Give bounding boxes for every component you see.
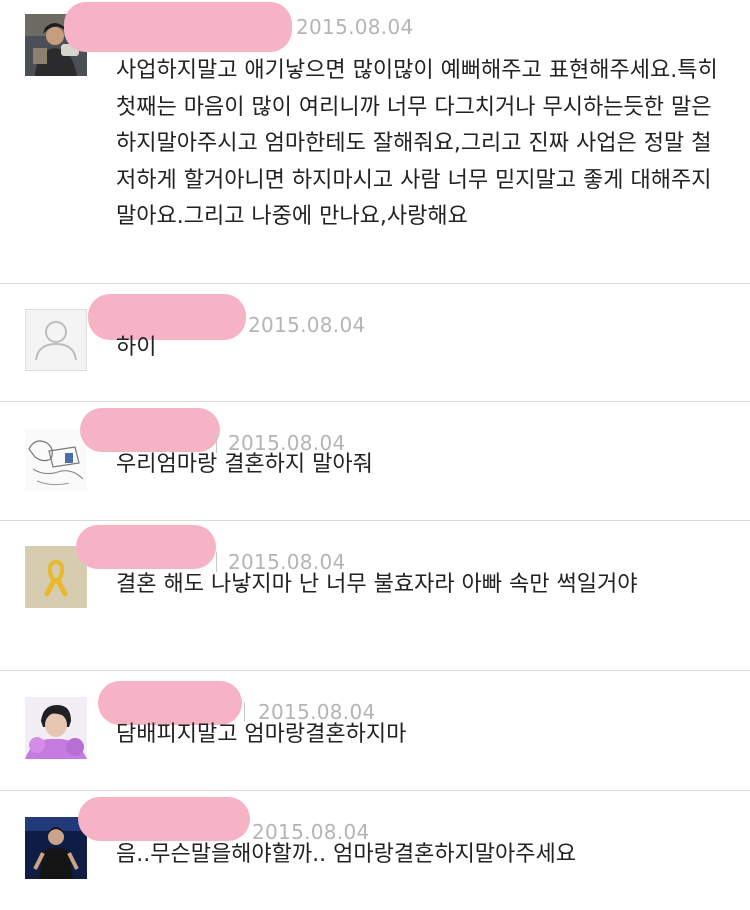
comment-item: 2015.08.04 음..무슨말을해야할까.. 엄마랑결혼하지말아주세요 <box>0 791 750 910</box>
concert-photo-icon <box>25 817 87 879</box>
comment-text: 음..무슨말을해야할까.. 엄마랑결혼하지말아주세요 <box>116 842 577 867</box>
person-photo-icon <box>25 697 87 759</box>
comment-date: 2015.08.04 <box>296 15 414 39</box>
comment-text: 결혼 해도 나낳지마 난 너무 불효자라 아빠 속만 썩일거야 <box>116 572 638 597</box>
user-avatar[interactable] <box>25 817 87 879</box>
redacted-username <box>76 525 216 569</box>
comment-item: 2015.08.04 담배피지말고 엄마랑결혼하지마 <box>0 671 750 791</box>
comment-item: 2015.08.04 하이 <box>0 284 750 402</box>
comment-text: 사업하지말고 애기낳으면 많이많이 예뻐해주고 표현해주세요.특히 첫째는 마음… <box>116 58 718 229</box>
user-avatar[interactable] <box>25 309 87 371</box>
comment-item: 2015.08.04 사업하지말고 애기낳으면 많이많이 예뻐해주고 표현해주세… <box>0 0 750 284</box>
user-avatar[interactable] <box>25 697 87 759</box>
default-user-icon <box>35 321 77 361</box>
redacted-username <box>80 408 220 452</box>
comment-text: 우리엄마랑 결혼하지 말아줘 <box>116 452 373 477</box>
comment-item: 2015.08.04 결혼 해도 나낳지마 난 너무 불효자라 아빠 속만 썩일… <box>0 521 750 671</box>
comment-list: 2015.08.04 사업하지말고 애기낳으면 많이많이 예뻐해주고 표현해주세… <box>0 0 750 910</box>
comment-text: 담배피지말고 엄마랑결혼하지마 <box>116 722 407 747</box>
redacted-username <box>64 2 292 52</box>
user-avatar[interactable] <box>25 429 87 491</box>
comment-meta: 2015.08.04 <box>296 10 414 44</box>
comment-item: 2015.08.04 우리엄마랑 결혼하지 말아줘 <box>0 402 750 521</box>
comment-text: 하이 <box>116 335 157 360</box>
sketch-drawing-icon <box>25 429 87 491</box>
redacted-username <box>78 797 250 841</box>
